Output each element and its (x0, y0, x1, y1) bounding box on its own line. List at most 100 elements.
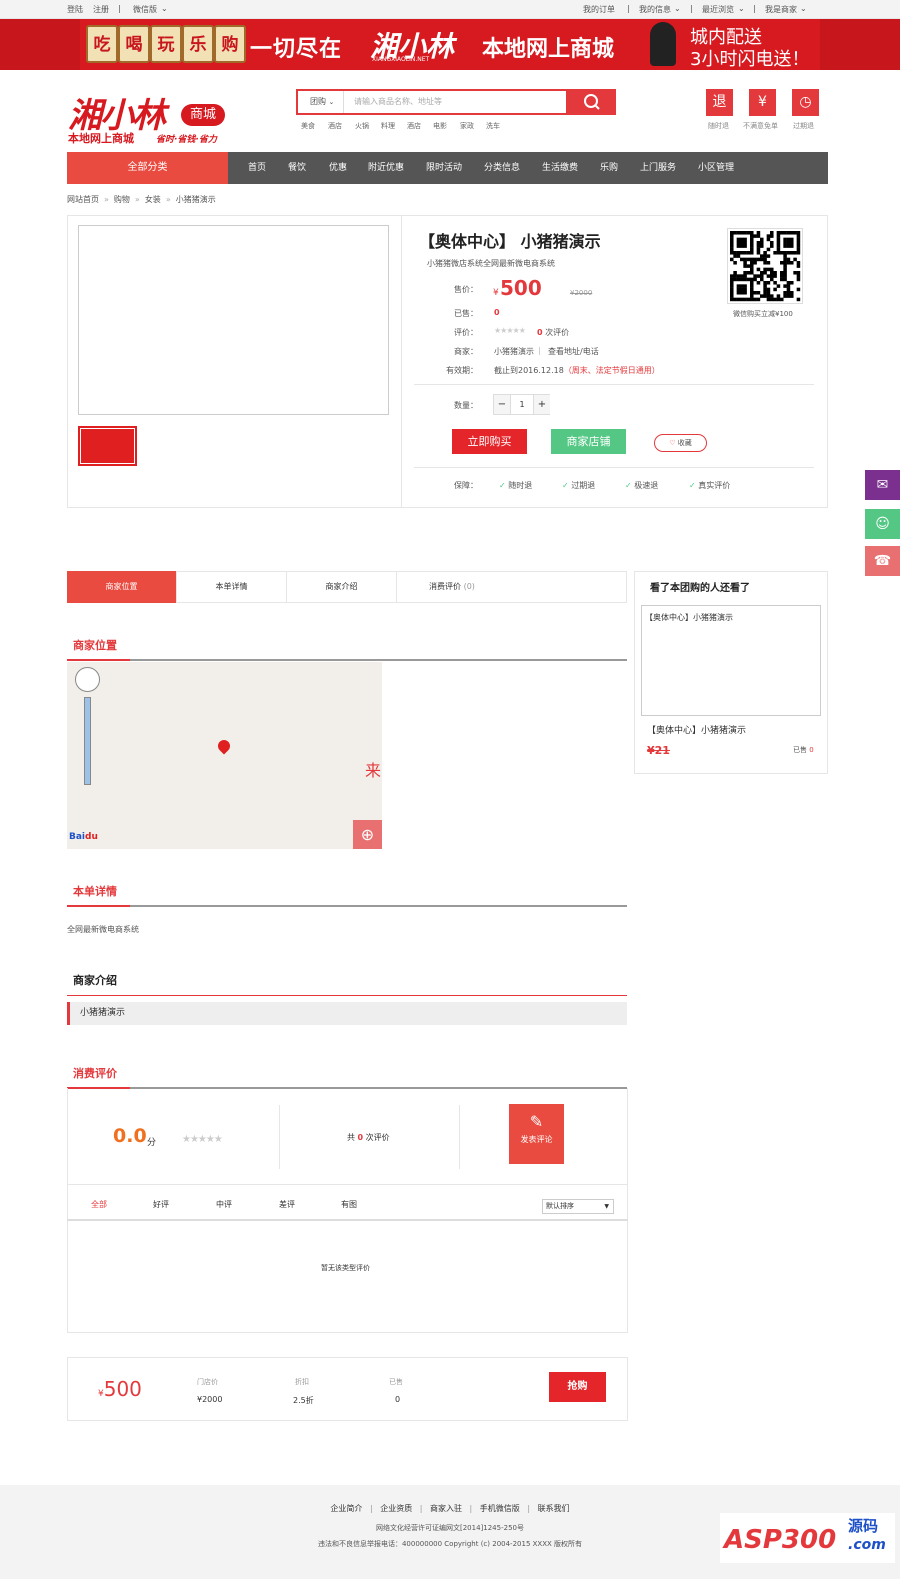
login-link[interactable]: 登陆 (67, 4, 83, 15)
expire-refund-label: 过期退 (793, 122, 814, 130)
footer-link[interactable]: 手机微信版 (480, 1504, 520, 1513)
zoom-in-icon[interactable]: ⊕ (353, 820, 382, 849)
rating-count: 0 次评价 (537, 328, 570, 337)
nav-item-bills[interactable]: 生活缴费 (542, 152, 578, 184)
buy-now-button[interactable]: 立即购买 (452, 429, 527, 454)
divider (67, 1184, 628, 1185)
tab-reviews[interactable]: 消费评价 (0) (397, 571, 507, 603)
search-input[interactable]: 请输入商品名称、地址等 (354, 91, 442, 113)
merchant-link[interactable]: 我是商家 (765, 4, 797, 15)
promo-banner[interactable]: 吃 喝 玩 乐 购 一切尽在 湘小林 XIANGXIAOLIN.NET 本地网上… (0, 19, 900, 70)
refund-icon[interactable]: 退 (706, 89, 733, 116)
product-thumbnail[interactable] (78, 426, 137, 466)
search-category-select[interactable]: 团购 ⌄ (298, 91, 344, 113)
free-order-label: 不满意免单 (743, 122, 778, 130)
section-title-details: 本单详情 (73, 885, 117, 898)
nav-item-home[interactable]: 首页 (248, 152, 266, 184)
grab-button[interactable]: 抢购 (549, 1372, 606, 1402)
hot-keyword[interactable]: 酒店 (407, 121, 421, 131)
wechat-float-icon[interactable]: ✉ (865, 470, 900, 500)
footer-link[interactable]: 企业资质 (380, 1504, 412, 1513)
related-image-alt: 【奥体中心】小猪猪演示 (645, 613, 733, 622)
baidu-map[interactable] (67, 662, 382, 849)
tab-details[interactable]: 本单详情 (177, 571, 287, 603)
footer-link[interactable]: 企业简介 (330, 1504, 362, 1513)
sold-count: 0 (494, 308, 500, 317)
map-zoom-slider[interactable] (84, 697, 91, 785)
divider (279, 1105, 280, 1169)
breadcrumb-item[interactable]: 女装 (145, 195, 161, 204)
related-title: 看了本团购的人还看了 (650, 583, 750, 594)
nav-item-deals[interactable]: 优惠 (329, 152, 347, 184)
nav-item-classifieds[interactable]: 分类信息 (484, 152, 520, 184)
nav-item-shop[interactable]: 乐购 (600, 152, 618, 184)
search-button[interactable] (568, 89, 616, 115)
logo-mall-badge: 商城 (181, 104, 225, 126)
review-filter-images[interactable]: 有图 (341, 1199, 357, 1210)
qq-float-icon[interactable]: ☺ (865, 509, 900, 539)
check-icon: ✓ (625, 481, 632, 490)
hot-keyword[interactable]: 洗车 (486, 121, 500, 131)
wechat-link[interactable]: 微信版 (133, 4, 157, 15)
footer-link[interactable]: 联系我们 (538, 1504, 570, 1513)
quantity-input[interactable]: 1 (511, 395, 533, 414)
recent-browse-link[interactable]: 最近浏览 (702, 4, 734, 15)
chevron-down-icon: ⌄ (674, 4, 681, 13)
nav-item-home-service[interactable]: 上门服务 (640, 152, 676, 184)
check-icon: ✓ (689, 481, 696, 490)
plus-icon[interactable]: + (533, 395, 550, 414)
post-review-button[interactable]: ✎ 发表评论 (509, 1104, 564, 1164)
buybar-sold: 0 (395, 1395, 401, 1404)
breadcrumb-item[interactable]: 购物 (114, 195, 130, 204)
top-bar: 登陆 注册 | 微信版 ⌄ 我的订单 | 我的信息 ⌄ | 最近浏览 ⌄ | 我… (0, 0, 900, 19)
review-count: 共 0 次评价 (347, 1133, 390, 1142)
check-icon: ✓ (562, 481, 569, 490)
nav-item-nearby[interactable]: 附近优惠 (368, 152, 404, 184)
my-orders-link[interactable]: 我的订单 (583, 4, 615, 15)
divider (414, 467, 814, 468)
review-filter-all[interactable]: 全部 (91, 1199, 107, 1210)
footer-link[interactable]: 商家入驻 (430, 1504, 462, 1513)
register-link[interactable]: 注册 (93, 4, 109, 15)
banner-tag: 吃 (86, 25, 118, 63)
breadcrumb-item[interactable]: 网站首页 (67, 195, 99, 204)
phone-float-icon[interactable]: ☎ (865, 546, 900, 576)
favorite-button[interactable]: ♡ 收藏 (654, 434, 707, 452)
nav-item-flash[interactable]: 限时活动 (426, 152, 462, 184)
related-product-name[interactable]: 【奥体中心】小猪猪演示 (647, 723, 746, 736)
hot-keyword[interactable]: 火锅 (355, 121, 369, 131)
minus-icon[interactable]: − (494, 395, 511, 414)
divider: | (118, 4, 121, 13)
view-address-link[interactable]: 查看地址/电话 (548, 346, 599, 357)
pencil-icon: ✎ (529, 1112, 544, 1131)
sort-select[interactable]: 默认排序 ▼ (542, 1199, 614, 1214)
divider (401, 215, 402, 508)
tab-merchant-intro[interactable]: 商家介绍 (287, 571, 397, 603)
map-pan-control[interactable] (75, 667, 100, 692)
breadcrumb-item: 小猪猪演示 (175, 195, 216, 204)
hot-keyword[interactable]: 家政 (460, 121, 474, 131)
rating-stars: ★★★★★ (494, 326, 526, 335)
review-filter-good[interactable]: 好评 (153, 1199, 169, 1210)
banner-text: 本地网上商城 (482, 37, 615, 62)
hot-keyword[interactable]: 料理 (381, 121, 395, 131)
caret-down-icon: ▼ (604, 1203, 609, 1210)
logo-tagline: 省时·省钱·省力 (156, 135, 217, 145)
heart-icon: ♡ (669, 439, 676, 447)
review-filter-neutral[interactable]: 中评 (216, 1199, 232, 1210)
hot-keyword[interactable]: 电影 (433, 121, 447, 131)
yen-icon[interactable]: ¥ (749, 89, 776, 116)
nav-item-community[interactable]: 小区管理 (698, 152, 734, 184)
hot-keyword[interactable]: 美食 (301, 121, 315, 131)
watermark-logo: ASP300 源码 .com (720, 1513, 895, 1563)
product-image (78, 225, 389, 415)
all-categories-button[interactable]: 全部分类 (67, 152, 228, 184)
nav-item-dining[interactable]: 餐饮 (288, 152, 306, 184)
merchant-store-button[interactable]: 商家店铺 (551, 429, 626, 454)
my-info-link[interactable]: 我的信息 (639, 4, 671, 15)
review-filter-bad[interactable]: 差评 (279, 1199, 295, 1210)
merchant-name[interactable]: 小猪猪演示 (494, 346, 534, 357)
clock-icon[interactable]: ◷ (792, 89, 819, 116)
tab-location[interactable]: 商家位置 (67, 571, 177, 603)
hot-keyword[interactable]: 酒店 (328, 121, 342, 131)
